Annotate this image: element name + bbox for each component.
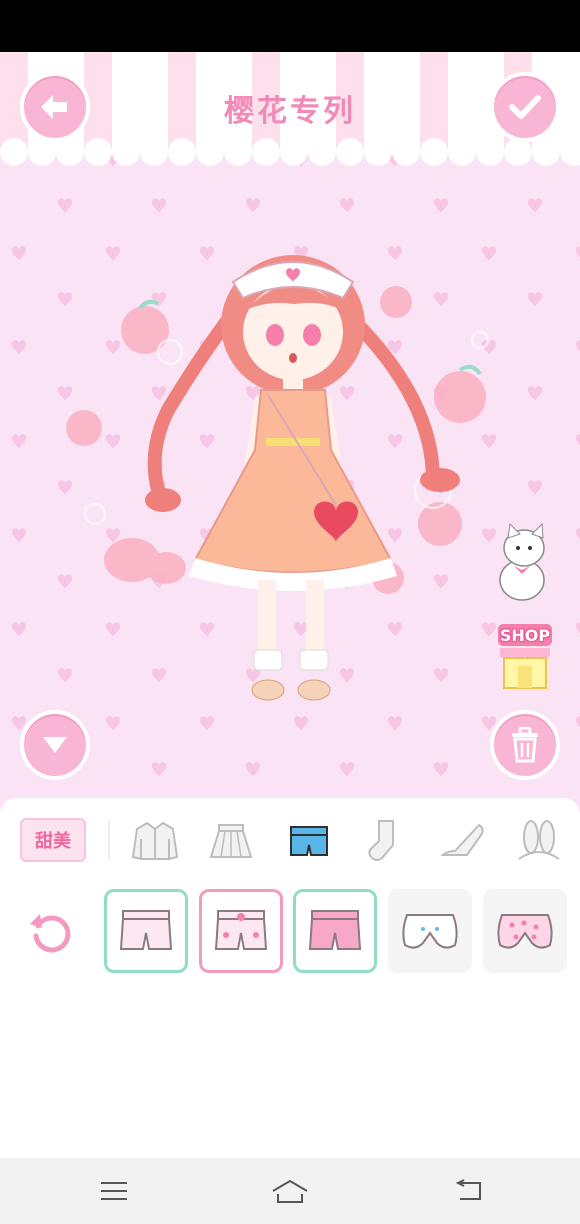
item-pink-shorts-bow[interactable] bbox=[199, 889, 283, 973]
category-tab-skirt[interactable] bbox=[204, 818, 258, 864]
divider bbox=[108, 820, 110, 860]
collapse-button[interactable] bbox=[20, 710, 90, 780]
sock-icon bbox=[368, 820, 394, 861]
refresh-icon bbox=[30, 914, 71, 953]
high-heel-icon bbox=[440, 823, 484, 856]
checkmark-icon bbox=[509, 95, 541, 119]
reset-button[interactable] bbox=[22, 902, 82, 962]
shop-button[interactable]: SHOP bbox=[494, 624, 556, 690]
confirm-button[interactable] bbox=[490, 72, 560, 142]
character-avatar bbox=[145, 255, 460, 701]
item-pink-bloomers-dots[interactable] bbox=[483, 889, 567, 973]
skirt-icon bbox=[209, 824, 253, 858]
category-tab-coat[interactable] bbox=[128, 818, 182, 864]
arrow-left-icon bbox=[41, 95, 67, 119]
back-icon bbox=[455, 1179, 481, 1200]
home-icon bbox=[272, 1179, 308, 1203]
shorts-icon bbox=[290, 826, 328, 856]
menu-nav-button[interactable] bbox=[94, 1176, 134, 1206]
triangle-down-icon bbox=[43, 737, 67, 753]
shorts-item-icon bbox=[214, 910, 268, 950]
category-tab-shorts[interactable] bbox=[282, 818, 336, 864]
bloomers-item-icon bbox=[402, 914, 458, 949]
style-tag[interactable]: 甜美 bbox=[20, 818, 86, 862]
status-bar bbox=[0, 0, 580, 52]
shorts-item-icon bbox=[308, 910, 362, 950]
home-nav-button[interactable] bbox=[270, 1176, 310, 1206]
shorts-item-icon bbox=[119, 910, 173, 950]
bloomers-item-icon bbox=[497, 914, 553, 949]
back-button[interactable] bbox=[20, 72, 90, 142]
coat-icon bbox=[131, 821, 179, 861]
item-pink-shorts-solid[interactable] bbox=[293, 889, 377, 973]
back-nav-button[interactable] bbox=[448, 1176, 488, 1206]
page-title: 樱花专列 bbox=[224, 94, 356, 129]
category-tab-shoes[interactable] bbox=[436, 818, 490, 864]
system-nav-bar bbox=[0, 1158, 580, 1224]
cat-pet-icon[interactable] bbox=[492, 518, 552, 602]
menu-icon bbox=[101, 1182, 127, 1200]
dressup-stage: 樱花专列 SHOP bbox=[0, 52, 580, 812]
category-tab-socks[interactable] bbox=[358, 818, 412, 864]
wardrobe-panel: 甜美 bbox=[0, 798, 580, 1158]
bunny-ears-icon bbox=[518, 820, 560, 860]
item-pink-shorts-plain[interactable] bbox=[104, 889, 188, 973]
shop-label: SHOP bbox=[499, 626, 551, 645]
trash-button[interactable] bbox=[490, 710, 560, 780]
trash-icon bbox=[512, 727, 538, 763]
category-tab-accessories[interactable] bbox=[512, 818, 566, 864]
item-white-bloomers-face[interactable] bbox=[388, 889, 472, 973]
